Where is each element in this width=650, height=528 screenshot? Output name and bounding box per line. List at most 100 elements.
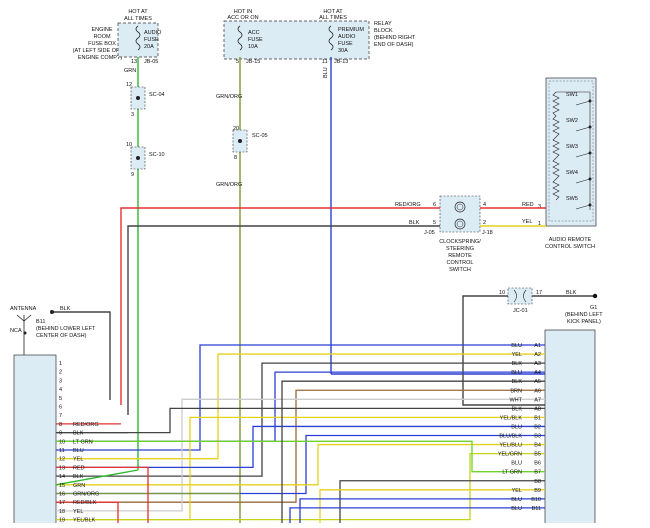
right-pin-b3: B3 <box>534 434 541 440</box>
sc04-label: SC-04 <box>149 92 165 98</box>
left-pin-13: 13 <box>59 465 65 471</box>
switch-wire-yel: YEL <box>522 219 532 225</box>
antenna-nca: NCA <box>10 328 22 334</box>
sc05-label: SC-05 <box>252 133 268 139</box>
left-connector-body <box>13 354 57 526</box>
relay-1: RELAY <box>374 21 392 27</box>
right-connector-pins: A1 BLU A2 YEL A3 BLK A4 BLU A5 BLK A6 BRN A7 WHT A8 BLK… <box>498 343 541 512</box>
right-wire-label-a2: YEL <box>512 352 522 358</box>
ground-conn: JC-01 <box>513 308 528 314</box>
right-pin-a3: A3 <box>534 361 541 367</box>
left-wire-label-19: YEL/BLK <box>73 518 96 523</box>
right-pin-b8: B8 <box>534 479 541 485</box>
engine-conn: JB-05 <box>144 59 158 65</box>
left-pin-7: 7 <box>59 413 62 419</box>
wire-label-blu: BLU <box>323 67 329 78</box>
ground-id: G1 <box>590 305 597 311</box>
left-wire-label-9: BLK <box>73 431 84 437</box>
sc10-pin2: 9 <box>131 172 134 178</box>
acc-pin: 5 <box>236 59 239 65</box>
harness-wire <box>56 371 545 442</box>
acc-fuse-2: FUSE <box>248 37 263 43</box>
left-pin-6: 6 <box>59 405 62 411</box>
harness-wire <box>56 344 545 451</box>
cs-label-3: REMOTE <box>448 253 472 259</box>
splice-sc05: SC-05 20 8 <box>232 126 268 161</box>
left-pin-14: 14 <box>59 474 65 480</box>
left-pin-1: 1 <box>59 361 62 367</box>
right-wire-label-b9: YEL <box>512 488 522 494</box>
right-wire-label-b2: BLU <box>511 424 522 430</box>
left-pin-11: 11 <box>59 448 65 454</box>
harness-wire <box>55 469 139 486</box>
cs-wire-red-org: RED/ORG <box>395 202 421 208</box>
switch-label-2: CONTROL SWITCH <box>545 244 595 250</box>
left-pin-12: 12 <box>59 457 65 463</box>
cs-label-5: SWITCH <box>449 267 471 273</box>
audio-remote-switch: SW1 SW2 SW3 SW4 SW5 AUDIO REMOTE CONTROL SWI… <box>522 77 597 250</box>
right-pin-a8: A8 <box>534 406 541 412</box>
ground-pin-17: 17 <box>536 290 542 296</box>
ground-loc-1: (BEHIND LEFT <box>565 312 603 318</box>
left-wire-label-16: GRN/ORG <box>73 492 99 498</box>
cs-label-1: CLOCKSPRING/ <box>439 239 481 245</box>
engine-loc-2: ROOM <box>93 34 111 40</box>
switch-sw3: SW3 <box>566 144 578 150</box>
left-wire-label-13: RED <box>73 465 85 471</box>
splice-sc10: SC-10 10 9 <box>126 142 165 178</box>
antenna-loc-1: (BEHIND LOWER LEFT <box>36 326 96 332</box>
engine-hot-1: HOT AT <box>128 9 148 15</box>
ground-pin-10: 10 <box>499 290 505 296</box>
cs-pin-2: 2 <box>483 220 486 226</box>
acc-fuse-1: ACC <box>248 30 260 36</box>
right-pin-a7: A7 <box>534 397 541 403</box>
cs-wire-blk: BLK <box>409 220 420 226</box>
prem-fuse-3: FUSE <box>338 41 353 47</box>
right-wire-label-a4: BLU <box>511 370 522 376</box>
wire-label-grn-org-2: GRN/ORG <box>216 182 242 188</box>
right-wire-label-b10: BLU <box>511 497 522 503</box>
engine-loc-4: (AT LEFT SIDE OF <box>73 48 120 54</box>
engine-fuse-box: HOT AT ALL TIMES ENGINE ROOM FUSE BOX (A… <box>73 9 163 65</box>
left-wire-label-8: RED/ORG <box>73 422 99 428</box>
right-wire-label-b11: BLU <box>511 506 522 512</box>
right-pin-a6: A6 <box>534 388 541 394</box>
switch-sw1: SW1 <box>566 92 578 98</box>
left-pin-8: 8 <box>59 422 62 428</box>
cs-pin-5: 5 <box>433 220 436 226</box>
sc05-pin1: 20 <box>233 126 239 132</box>
prem-fuse-1: PREMIUM <box>338 27 364 33</box>
right-pin-b5: B5 <box>534 452 541 458</box>
right-connector-body <box>544 329 596 526</box>
left-pin-9: 9 <box>59 431 62 437</box>
antenna-wire: BLK <box>60 306 71 312</box>
switch-sw5: SW5 <box>566 196 578 202</box>
antenna-id: B11 <box>36 319 45 325</box>
cs-conn-right: J-18 <box>482 230 493 236</box>
right-wire-label-a5: BLK <box>512 379 523 385</box>
left-pin-15: 15 <box>59 483 65 489</box>
left-pin-18: 18 <box>59 509 65 515</box>
ground-wire: BLK <box>566 290 577 296</box>
left-wire-label-18: YEL <box>73 509 83 515</box>
right-wire-label-b4: YEL/BLU <box>499 443 522 449</box>
right-pin-a5: A5 <box>534 379 541 385</box>
right-pin-b2: B2 <box>534 424 541 430</box>
left-pin-19: 19 <box>59 518 65 523</box>
engine-loc-5: ENGINE COMPT) <box>78 55 122 61</box>
sc10-pin1: 10 <box>126 142 132 148</box>
splice-sc04: SC-04 12 3 <box>126 82 165 118</box>
right-pin-b11: B11 <box>532 506 541 512</box>
antenna-loc-2: CENTER OF DASH) <box>36 333 87 339</box>
right-wire-label-a3: BLK <box>512 361 523 367</box>
left-wire-label-17: RED/BLK <box>73 500 97 506</box>
cs-label-4: CONTROL <box>447 260 474 266</box>
prem-hot-2: ALL TIMES <box>319 15 347 21</box>
switch-pin-3: 3 <box>538 204 541 210</box>
ground-loc-2: KICK PANEL) <box>567 319 601 325</box>
acc-conn: JB-15 <box>246 59 260 65</box>
harness-wire <box>56 407 545 434</box>
left-pin-4: 4 <box>59 387 62 393</box>
engine-fuse-1: AUDIO <box>144 30 162 36</box>
left-pin-2: 2 <box>59 370 62 376</box>
